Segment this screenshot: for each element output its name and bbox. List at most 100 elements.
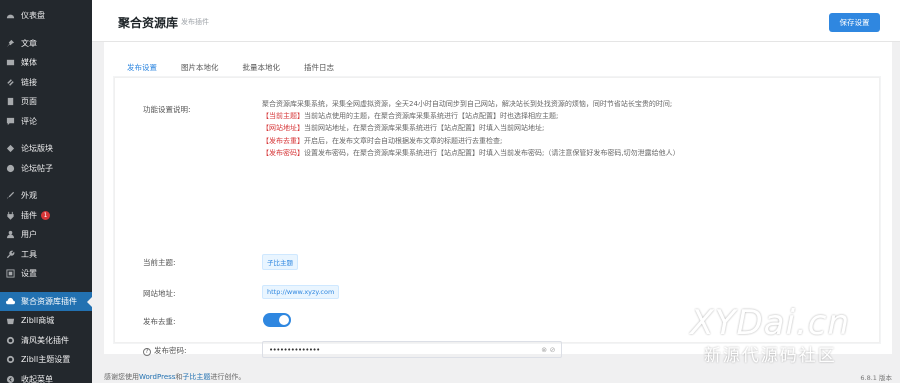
link-icon — [5, 77, 16, 88]
collapse-icon — [5, 374, 16, 383]
help-icon[interactable]: ? — [143, 348, 151, 356]
settings-tabs: 发布设置 图片本地化 批量本地化 插件日志 — [115, 56, 346, 78]
sidebar-separator — [0, 26, 92, 34]
sidebar-item-label: 插件 — [21, 210, 37, 220]
wordpress-link[interactable]: WordPress — [139, 373, 175, 381]
password-label-row: ? 发布密码: — [143, 345, 187, 356]
desc-text: 当前网站地址，在聚合资源库采集系统进行【站点配置】时填入当前网站地址; — [304, 124, 545, 133]
sidebar-item[interactable]: 用户 — [0, 225, 92, 245]
desc-tag: 【网站地址】 — [262, 124, 304, 133]
tab-batch-localize[interactable]: 批量本地化 — [231, 56, 293, 78]
sidebar-item-label: 仪表盘 — [21, 11, 45, 21]
desc-text: 当前站点使用的主题，在聚合资源库采集系统进行【站点配置】时也选择相应主题; — [304, 112, 559, 121]
desc-tag: 【发布密码】 — [262, 148, 304, 157]
feature-description: 聚合资源库采集系统，采集全网虚拟资源，全天24小时自动同步到自己网站，解决站长到… — [262, 98, 722, 159]
sidebar-item[interactable]: 链接 — [0, 73, 92, 93]
desc-line-dedupe: 【发布去重】开启后，在发布文章时会自动根据发布文章的标题进行去重检查; — [262, 135, 722, 147]
admin-sidebar: 仪表盘文章媒体链接页面评论论坛版块论坛帖子外观插件 1 用户工具设置聚合资源库插件 Z… — [0, 0, 92, 383]
sidebar-item[interactable]: 工具 — [0, 245, 92, 265]
desc-line-theme: 【当前主题】当前站点使用的主题，在聚合资源库采集系统进行【站点配置】时也选择相应… — [262, 110, 722, 122]
sidebar-separator — [0, 178, 92, 186]
url-label: 网站地址: — [143, 289, 176, 298]
desc-line-password: 【发布密码】设置发布密码，在聚合资源库采集系统进行【站点配置】时填入当前发布密码… — [262, 147, 722, 159]
page-title: 聚合资源库 — [118, 16, 179, 30]
update-count-badge: 1 — [41, 210, 50, 220]
sidebar-item[interactable]: 外观 — [0, 186, 92, 206]
sidebar-item-label: 聚合资源库插件 — [21, 296, 77, 306]
sidebar-item-label: 论坛版块 — [21, 144, 53, 154]
theme-value-tag: 子比主题 — [262, 254, 298, 270]
theme-label: 当前主题: — [143, 258, 176, 267]
wrench-icon — [5, 249, 16, 260]
desc-tag: 【发布去重】 — [262, 136, 304, 145]
sidebar-item-label: Zibll主题设置 — [21, 355, 71, 365]
password-label: 发布密码: — [154, 346, 187, 355]
sidebar-item-label: 清风美化插件 — [21, 335, 69, 345]
user-icon — [5, 229, 16, 240]
sidebar-item[interactable]: 仪表盘 — [0, 6, 92, 26]
password-field[interactable]: •••••••••••••• ⊗ ⊘ — [262, 341, 562, 358]
desc-intro: 聚合资源库采集系统，采集全网虚拟资源，全天24小时自动同步到自己网站，解决站长到… — [262, 100, 673, 108]
footer-prefix: 感谢您使用 — [104, 373, 139, 381]
tab-publish-settings[interactable]: 发布设置 — [115, 56, 169, 78]
media-icon — [5, 57, 16, 68]
tab-image-localize[interactable]: 图片本地化 — [169, 56, 231, 78]
forum-post-icon — [5, 163, 16, 174]
desc-text: 设置发布密码，在聚合资源库采集系统进行【站点配置】时填入当前发布密码;（请注意保… — [304, 148, 680, 157]
sidebar-item-label: 收起菜单 — [21, 374, 53, 383]
desc-line-url: 【网站地址】当前网站地址，在聚合资源库采集系统进行【站点配置】时填入当前网站地址… — [262, 122, 722, 134]
page-header: 聚合资源库 发布插件 保存设置 — [92, 0, 900, 42]
gear-icon — [5, 354, 16, 365]
sidebar-item-label: 文章 — [21, 38, 37, 48]
sidebar-item[interactable]: 文章 — [0, 34, 92, 54]
plugin-icon — [5, 210, 16, 221]
password-value: •••••••••••••• — [269, 345, 320, 354]
sidebar-item[interactable]: 聚合资源库插件 — [0, 291, 92, 311]
sidebar-item[interactable]: 页面 — [0, 92, 92, 112]
gear-icon — [5, 335, 16, 346]
sidebar-item[interactable]: Zibll商城 — [0, 311, 92, 331]
sidebar-item[interactable]: 媒体 — [0, 53, 92, 73]
sidebar-item[interactable]: 论坛帖子 — [0, 159, 92, 179]
url-value-tag: http://www.xyzy.com — [262, 285, 340, 299]
shop-icon — [5, 315, 16, 326]
sidebar-item[interactable]: 收起菜单 — [0, 370, 92, 383]
pin-icon — [5, 38, 16, 49]
sidebar-item-label: 工具 — [21, 249, 37, 259]
desc-tag: 【当前主题】 — [262, 112, 304, 121]
sidebar-item-label: 设置 — [21, 269, 37, 279]
footer-credits: 感谢您使用WordPress和子比主题进行创作。 — [104, 372, 245, 382]
sidebar-item-label: 评论 — [21, 116, 37, 126]
page-subtitle: 发布插件 — [181, 18, 209, 26]
settings-icon — [5, 268, 16, 279]
sidebar-separator — [0, 131, 92, 139]
theme-link[interactable]: 子比主题 — [182, 373, 210, 381]
sidebar-item-label: 论坛帖子 — [21, 163, 53, 173]
sidebar-item[interactable]: 设置 — [0, 264, 92, 284]
cloud-icon — [5, 296, 16, 307]
sidebar-item-label: 外观 — [21, 191, 37, 201]
tab-plugin-log[interactable]: 插件日志 — [292, 56, 346, 78]
sidebar-item[interactable]: 论坛版块 — [0, 139, 92, 159]
page-icon — [5, 96, 16, 107]
dashboard-icon — [5, 10, 16, 21]
clear-icon[interactable]: ⊗ — [541, 346, 547, 354]
sidebar-item[interactable]: 插件 1 — [0, 206, 92, 226]
settings-form: 功能设置说明: 聚合资源库采集系统，采集全网虚拟资源，全天24小时自动同步到自己… — [114, 77, 880, 358]
brush-icon — [5, 190, 16, 201]
dedupe-toggle[interactable] — [263, 313, 291, 327]
desc-label: 功能设置说明: — [143, 105, 191, 114]
desc-text: 开启后，在发布文章时会自动根据发布文章的标题进行去重检查; — [304, 136, 503, 145]
sidebar-item-label: 链接 — [21, 77, 37, 87]
sidebar-item[interactable]: 评论 — [0, 112, 92, 132]
sidebar-item-label: Zibll商城 — [21, 316, 55, 326]
sidebar-item[interactable]: 清风美化插件 — [0, 331, 92, 351]
version-text: 6.8.1 版本 — [860, 374, 892, 382]
sidebar-item[interactable]: Zibll主题设置 — [0, 350, 92, 370]
footer-suffix: 进行创作。 — [210, 373, 246, 381]
save-settings-button[interactable]: 保存设置 — [829, 13, 880, 32]
forum-icon — [5, 143, 16, 154]
dedupe-label: 发布去重: — [143, 317, 176, 326]
eye-off-icon[interactable]: ⊘ — [550, 346, 556, 354]
settings-panel: 发布设置 图片本地化 批量本地化 插件日志 功能设置说明: 聚合资源库采集系统，… — [104, 42, 892, 358]
